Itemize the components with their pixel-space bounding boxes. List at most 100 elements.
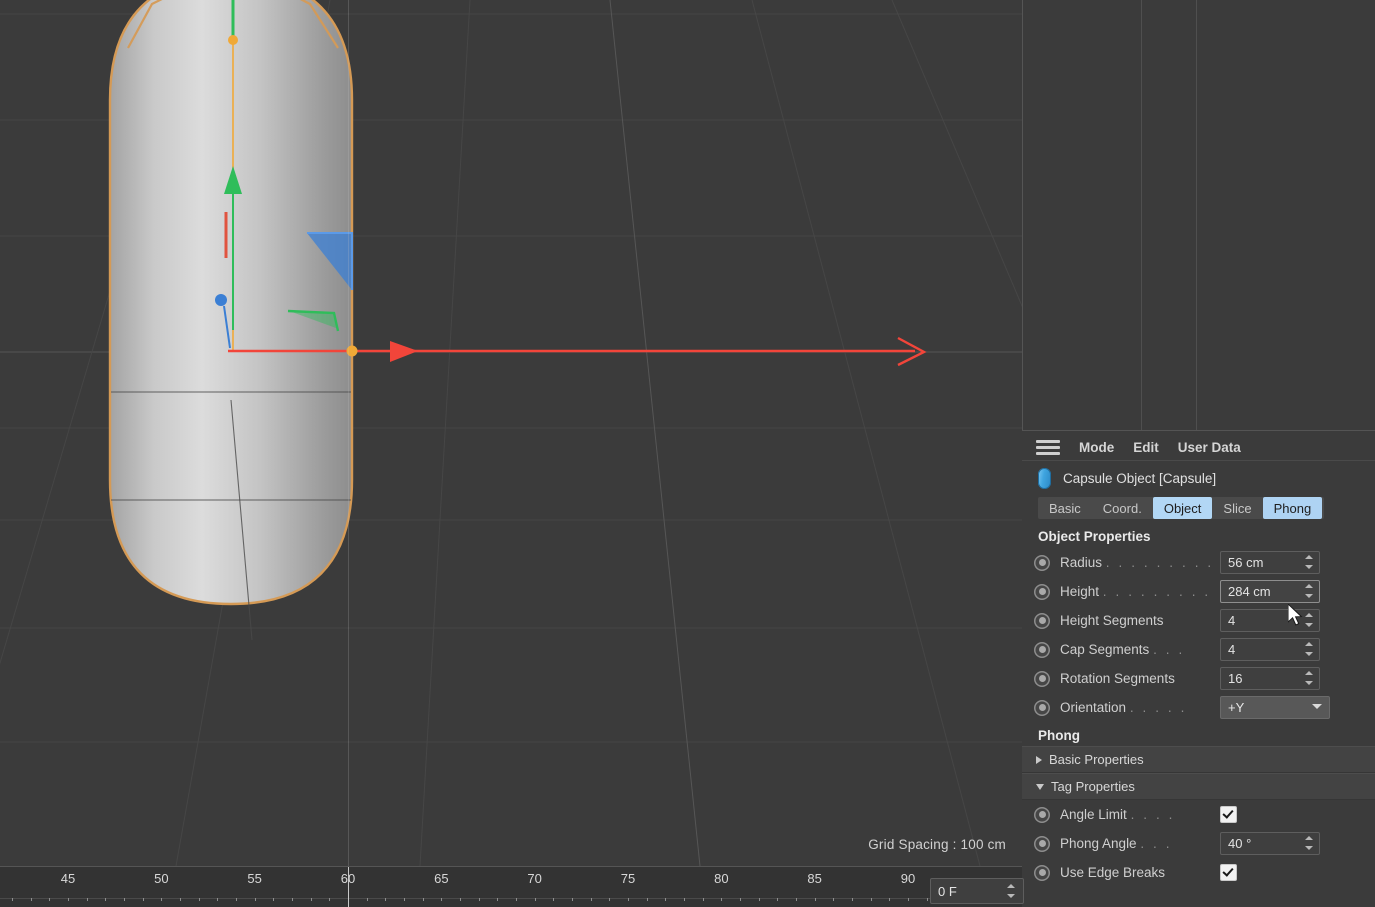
timeline-tick [460,898,461,901]
spinner-radius[interactable] [1305,554,1316,570]
timeline-tick [124,898,125,901]
timeline-tick [870,898,872,901]
attributes-manager-panel: Mode Edit User Data Capsule Object [Caps… [1022,430,1375,907]
tab-slice[interactable]: Slice [1212,497,1262,519]
radio-icon-phong-angle[interactable] [1034,835,1050,852]
hamburger-icon[interactable] [1036,439,1060,455]
timeline-tick [198,898,200,901]
spinner-phong-angle[interactable] [1305,835,1316,851]
fold-label-basic-properties: Basic Properties [1049,752,1144,767]
timeline-tick [646,898,648,901]
radio-icon-rotation-segments[interactable] [1034,670,1050,687]
timeline-frame-label: 70 [527,871,542,886]
tab-basic[interactable]: Basic [1038,497,1092,519]
viewport[interactable]: Grid Spacing : 100 cm [0,0,1022,866]
timeline-tick [329,898,331,901]
timeline-tick [516,898,517,901]
radio-icon-orientation[interactable] [1034,699,1050,716]
radio-icon-angle-limit[interactable] [1034,806,1050,823]
timeline-tick [926,898,928,901]
timeline-tick [814,898,816,901]
property-row-orientation: Orientation . . . . . +Y [1022,693,1375,722]
playhead-guide [348,0,349,866]
attribute-tabs[interactable]: Basic Coord. Object Slice Phong [1038,497,1324,519]
timeline-tick [889,898,891,901]
fold-tag-properties[interactable]: Tag Properties [1022,773,1375,800]
menu-user-data[interactable]: User Data [1178,440,1241,455]
cinema4d-window: Grid Spacing : 100 cm Mode Edit User Dat… [0,0,1375,907]
timeline-tick [366,898,368,901]
label-use-edge-breaks: Use Edge Breaks [1060,865,1166,880]
dropdown-orientation[interactable]: +Y [1220,696,1330,719]
transform-gizmo[interactable] [0,0,1022,866]
timeline-frame-label: 80 [714,871,729,886]
mouse-cursor [1288,604,1303,626]
timeline-tick [385,898,387,901]
label-cap-segments: Cap Segments . . . [1060,642,1185,657]
input-radius[interactable]: 56 cm [1220,551,1320,574]
checkbox-angle-limit[interactable] [1220,806,1237,823]
phong-title: Phong [1038,728,1080,743]
timeline-tick [758,898,760,901]
timeline-tick [310,898,312,901]
timeline-ticks: 45505560657075808590 [0,867,1022,907]
spinner-rotation-segments[interactable] [1305,670,1316,686]
fold-label-tag-properties: Tag Properties [1051,779,1135,794]
timeline-frame-label: 90 [900,871,916,886]
radio-icon-use-edge-breaks[interactable] [1034,864,1050,881]
tab-coord[interactable]: Coord. [1092,497,1153,519]
input-phong-angle[interactable]: 40 ° [1220,832,1320,855]
current-frame-field[interactable]: 0 F [930,878,1024,904]
spinner-height-segments[interactable] [1305,612,1316,628]
timeline-tick [422,898,424,901]
timeline-tick [180,898,181,901]
spinner-current-frame[interactable] [1007,883,1018,899]
timeline-ruler[interactable]: 45505560657075808590 [0,866,1022,907]
chevron-down-icon-tag [1036,783,1044,790]
label-radius: Radius . . . . . . . . . [1060,555,1214,570]
fold-basic-properties[interactable]: Basic Properties [1022,746,1375,773]
label-phong-angle: Phong Angle . . . [1060,836,1173,851]
timeline-frame-label: 75 [620,871,636,886]
tab-object[interactable]: Object [1152,497,1213,519]
input-height-segments[interactable]: 4 [1220,609,1320,632]
checkbox-use-edge-breaks[interactable] [1220,864,1237,881]
radio-icon-radius[interactable] [1034,554,1050,571]
right-column: Mode Edit User Data Capsule Object [Caps… [1022,0,1375,907]
timeline-tick [254,898,256,901]
attributes-menubar: Mode Edit User Data [1022,431,1375,461]
radio-icon-height-segments[interactable] [1034,612,1050,629]
timeline-tick [740,898,741,901]
timeline-tick [609,898,611,901]
radio-icon-height[interactable] [1034,583,1050,600]
tab-phong[interactable]: Phong [1262,497,1323,519]
input-rotation-segments[interactable]: 16 [1220,667,1320,690]
timeline-tick [572,898,573,901]
property-row-height: Height . . . . . . . . . 284 cm [1022,577,1375,606]
spinner-cap-segments[interactable] [1305,641,1316,657]
grid-spacing-label: Grid Spacing : 100 cm [868,837,1006,852]
timeline-tick [852,898,853,901]
timeline-frame-label: 55 [247,871,262,886]
timeline-playhead[interactable] [348,867,349,907]
timeline-tick [702,898,704,901]
input-height[interactable]: 284 cm [1220,580,1320,603]
timeline-tick [161,898,163,901]
label-height: Height . . . . . . . . . [1060,584,1211,599]
input-cap-segments[interactable]: 4 [1220,638,1320,661]
object-properties-title: Object Properties [1038,529,1151,544]
chevron-right-icon [1036,755,1042,764]
menu-mode[interactable]: Mode [1079,440,1114,455]
object-manager-panel[interactable] [1022,0,1375,430]
timeline-tick [478,898,480,901]
spinner-height[interactable] [1305,583,1316,599]
label-rotation-segments: Rotation Segments [1060,671,1175,686]
timeline-tick [590,898,592,901]
timeline-tick [796,898,797,901]
menu-edit[interactable]: Edit [1133,440,1159,455]
radio-icon-cap-segments[interactable] [1034,641,1050,658]
object-header: Capsule Object [Capsule] [1022,461,1375,493]
property-row-radius: Radius . . . . . . . . . 56 cm [1022,548,1375,577]
property-row-rotation-segments: Rotation Segments 16 [1022,664,1375,693]
timeline-tick [49,898,51,901]
